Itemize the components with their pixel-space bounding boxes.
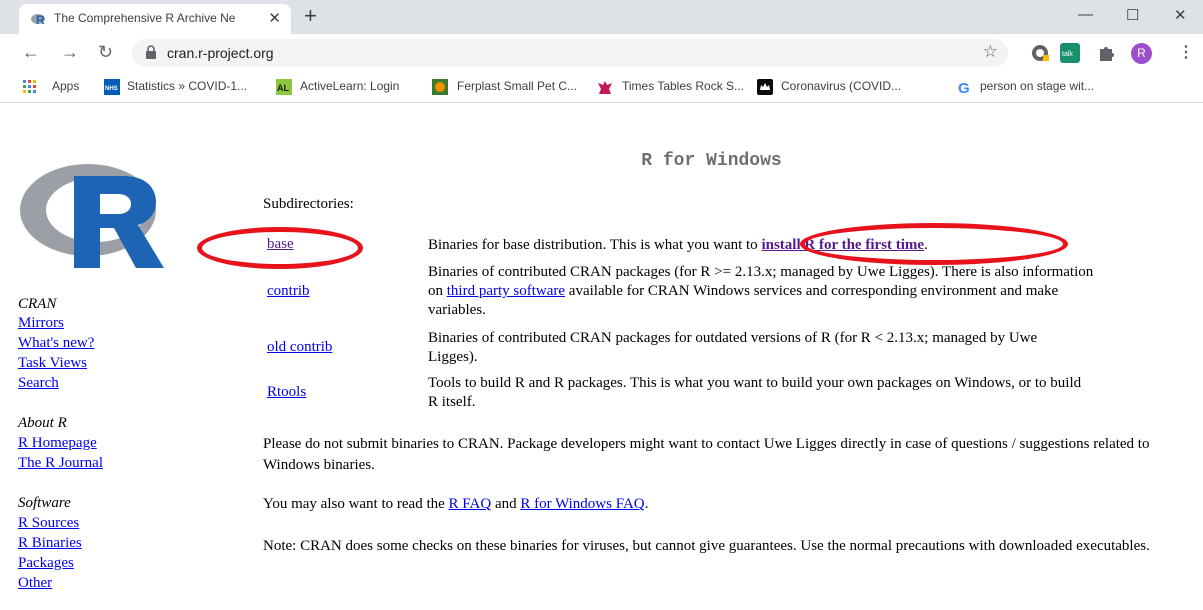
bookmark-star-icon[interactable]: ☆ [983, 42, 998, 62]
faq-paragraph: You may also want to read the R FAQ and … [263, 494, 1193, 515]
bookmark-coronavirus[interactable]: Coronavirus (COVID... [781, 79, 901, 93]
extension-icon[interactable] [1031, 43, 1051, 63]
sidebar-link-sources[interactable]: R Sources [18, 515, 79, 532]
link-r-faq[interactable]: R FAQ [449, 496, 492, 512]
sidebar-link-journal[interactable]: The R Journal [18, 455, 103, 472]
forward-arrow-icon[interactable]: → [61, 42, 79, 62]
new-tab-button[interactable]: + [304, 5, 317, 27]
svg-text:NHS: NHS [105, 86, 118, 92]
lock-icon [146, 45, 156, 59]
talk-extension-icon[interactable]: talk [1060, 43, 1080, 63]
faq-period: . [644, 496, 649, 512]
faq-text: You may also want to read the [263, 496, 449, 512]
sidebar-link-other[interactable]: Other [18, 575, 52, 592]
sidebar-cran-heading: CRAN [18, 296, 57, 312]
r-logo-icon [20, 164, 164, 268]
base-desc-text: Binaries for base distribution. This is … [428, 237, 762, 253]
sidebar-link-task-views[interactable]: Task Views [18, 355, 87, 372]
bookmarks-bar: Apps NHS Statistics » COVID-1... AL Acti… [0, 72, 1203, 103]
r-favicon-icon: R [31, 13, 45, 27]
apps-grid-icon [23, 80, 36, 93]
bookmark-activelearn[interactable]: ActiveLearn: Login [300, 79, 399, 93]
contrib-description: Binaries of contributed CRAN packages (f… [428, 263, 1098, 320]
close-window-button[interactable]: ✕ [1174, 6, 1187, 24]
svg-text:G: G [958, 80, 970, 95]
sidebar-link-search[interactable]: Search [18, 375, 59, 392]
tab-strip: R The Comprehensive R Archive Ne ✕ + — ☐… [0, 0, 1203, 34]
virus-note-paragraph: Note: CRAN does some checks on these bin… [263, 538, 1150, 554]
address-bar[interactable]: cran.r-project.org ☆ [132, 39, 1008, 67]
browser-tab[interactable]: R The Comprehensive R Archive Ne ✕ [19, 4, 291, 34]
nhs-icon: NHS [104, 79, 120, 95]
rtools-description: Tools to build R and R packages. This is… [428, 375, 1082, 410]
page-content: R for Windows CRAN Mirrors What's new? T… [0, 103, 1203, 610]
link-r-windows-faq[interactable]: R for Windows FAQ [520, 496, 644, 512]
sidebar-link-whats-new[interactable]: What's new? [18, 335, 94, 352]
annotation-circle-install [800, 223, 1068, 265]
activelearn-icon: AL [276, 79, 292, 95]
minimize-button[interactable]: — [1078, 6, 1093, 23]
sidebar-link-binaries[interactable]: R Binaries [18, 535, 82, 552]
submit-note-paragraph: Please do not submit binaries to CRAN. P… [263, 436, 1150, 473]
svg-text:R: R [36, 13, 45, 27]
faq-and: and [491, 496, 521, 512]
link-old-contrib[interactable]: old contrib [267, 339, 332, 356]
profile-avatar[interactable]: R [1131, 43, 1152, 64]
sidebar-link-homepage[interactable]: R Homepage [18, 435, 97, 452]
svg-text:talk: talk [1062, 51, 1073, 58]
tab-title: The Comprehensive R Archive Ne [54, 11, 236, 25]
tab-close-icon[interactable]: ✕ [268, 9, 281, 27]
reload-icon[interactable]: ↻ [98, 42, 113, 62]
maximize-button[interactable]: ☐ [1126, 6, 1139, 24]
puzzle-icon[interactable] [1096, 43, 1116, 63]
ferplast-icon [432, 79, 448, 95]
times-tables-icon [598, 81, 612, 94]
gov-crown-icon [757, 79, 773, 95]
url-text: cran.r-project.org [167, 45, 274, 61]
google-g-icon: G [958, 80, 970, 95]
page-title: R for Windows [641, 151, 782, 171]
sidebar-link-mirrors[interactable]: Mirrors [18, 315, 64, 332]
bookmark-times-tables[interactable]: Times Tables Rock S... [622, 79, 744, 93]
bookmark-apps[interactable]: Apps [52, 79, 79, 93]
sidebar-software-heading: Software [18, 495, 71, 511]
bookmark-person-on-stage[interactable]: person on stage wit... [980, 79, 1094, 93]
menu-kebab-icon[interactable]: ⋮ [1178, 42, 1194, 62]
browser-toolbar: ← → ↻ cran.r-project.org ☆ talk R ⋮ [0, 34, 1203, 72]
sidebar-about-heading: About R [18, 415, 67, 431]
bookmark-ferplast[interactable]: Ferplast Small Pet C... [457, 79, 577, 93]
link-rtools[interactable]: Rtools [267, 384, 306, 401]
annotation-circle-base [197, 227, 363, 269]
link-contrib[interactable]: contrib [267, 283, 310, 300]
sidebar-link-packages[interactable]: Packages [18, 555, 74, 572]
link-third-party-software[interactable]: third party software [447, 283, 565, 299]
svg-text:AL: AL [277, 83, 289, 93]
bookmark-statistics-covid[interactable]: Statistics » COVID-1... [127, 79, 247, 93]
subdirectories-label: Subdirectories: [263, 196, 354, 212]
back-arrow-icon[interactable]: ← [22, 42, 40, 62]
old-contrib-description: Binaries of contributed CRAN packages fo… [428, 330, 1038, 365]
